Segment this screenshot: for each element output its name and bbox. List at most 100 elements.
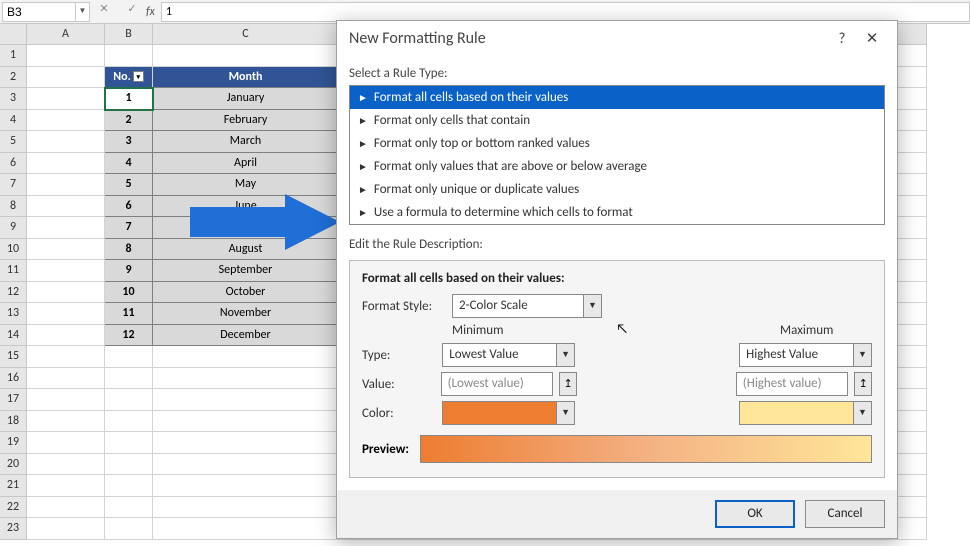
cell-C11[interactable]: September [153,260,339,282]
rule-type-item[interactable]: ►Format only unique or duplicate values [350,178,884,201]
rule-type-item[interactable]: ►Format only values that are above or be… [350,155,884,178]
cell-C7[interactable]: May [153,174,339,196]
cell-B5[interactable]: 3 [105,131,153,153]
row-header-1[interactable]: 1 [0,45,27,67]
name-box-dropdown[interactable]: ▼ [76,2,90,22]
cancel-formula-icon[interactable]: ✕ [94,2,114,22]
col-header-B[interactable]: B [105,24,153,45]
cell-C19[interactable] [153,432,339,454]
cell-A3[interactable] [27,88,105,110]
rule-type-item[interactable]: ►Format all cells based on their values [350,86,884,109]
row-header-5[interactable]: 5 [0,131,27,153]
cell-B19[interactable] [105,432,153,454]
ok-button[interactable]: OK [715,500,795,528]
cell-C17[interactable] [153,389,339,411]
cell-B15[interactable] [105,346,153,368]
cell-A17[interactable] [27,389,105,411]
max-type-select[interactable]: Highest Value ▼ [739,343,872,367]
col-header-C[interactable]: C [153,24,339,45]
cell-C14[interactable]: December [153,325,339,347]
cell-B3[interactable]: 1 [105,88,153,110]
cell-A4[interactable] [27,110,105,132]
row-header-20[interactable]: 20 [0,454,27,476]
cell-B11[interactable]: 9 [105,260,153,282]
row-header-6[interactable]: 6 [0,153,27,175]
cell-A9[interactable] [27,217,105,239]
cell-B6[interactable]: 4 [105,153,153,175]
cell-A22[interactable] [27,497,105,519]
row-header-23[interactable]: 23 [0,518,27,540]
cell-B20[interactable] [105,454,153,476]
select-all-triangle[interactable] [0,24,27,45]
cell-C23[interactable] [153,518,339,540]
cell-B17[interactable] [105,389,153,411]
row-header-8[interactable]: 8 [0,196,27,218]
rule-type-item[interactable]: ►Format only top or bottom ranked values [350,132,884,155]
cell-C4[interactable]: February [153,110,339,132]
min-value-picker-icon[interactable]: ↥ [559,372,577,396]
cell-A12[interactable] [27,282,105,304]
cell-C5[interactable]: March [153,131,339,153]
cell-B13[interactable]: 11 [105,303,153,325]
format-style-select[interactable]: 2-Color Scale ▼ [452,294,602,318]
row-header-17[interactable]: 17 [0,389,27,411]
cell-B10[interactable]: 8 [105,239,153,261]
cell-C13[interactable]: November [153,303,339,325]
row-header-19[interactable]: 19 [0,432,27,454]
row-header-18[interactable]: 18 [0,411,27,433]
cell-B8[interactable]: 6 [105,196,153,218]
cell-A14[interactable] [27,325,105,347]
row-header-9[interactable]: 9 [0,217,27,239]
cell-A7[interactable] [27,174,105,196]
row-header-11[interactable]: 11 [0,260,27,282]
cell-A10[interactable] [27,239,105,261]
cell-B2[interactable]: No.▾ [105,67,153,89]
cell-C12[interactable]: October [153,282,339,304]
cell-B21[interactable] [105,475,153,497]
chevron-down-icon[interactable]: ▼ [853,402,871,424]
cancel-button[interactable]: Cancel [805,500,885,528]
cell-B14[interactable]: 12 [105,325,153,347]
cell-A19[interactable] [27,432,105,454]
formula-input[interactable]: 1 [161,2,970,22]
cell-A2[interactable] [27,67,105,89]
row-header-16[interactable]: 16 [0,368,27,390]
cell-C2[interactable]: Month [153,67,339,89]
cell-A16[interactable] [27,368,105,390]
cell-B12[interactable]: 10 [105,282,153,304]
row-header-22[interactable]: 22 [0,497,27,519]
cell-B18[interactable] [105,411,153,433]
chevron-down-icon[interactable]: ▼ [556,402,574,424]
cell-A20[interactable] [27,454,105,476]
min-type-select[interactable]: Lowest Value ▼ [442,343,575,367]
chevron-down-icon[interactable]: ▼ [556,344,574,366]
max-color-select[interactable]: ▼ [739,401,872,425]
cell-C1[interactable] [153,45,339,67]
min-color-select[interactable]: ▼ [442,401,575,425]
row-header-2[interactable]: 2 [0,67,27,89]
row-header-7[interactable]: 7 [0,174,27,196]
max-value-picker-icon[interactable]: ↥ [854,372,872,396]
cell-C16[interactable] [153,368,339,390]
cell-C6[interactable]: April [153,153,339,175]
filter-icon[interactable]: ▾ [133,71,144,82]
cell-B9[interactable]: 7 [105,217,153,239]
rule-type-item[interactable]: ►Format only cells that contain [350,109,884,132]
cell-B7[interactable]: 5 [105,174,153,196]
cell-A18[interactable] [27,411,105,433]
rule-type-list[interactable]: ►Format all cells based on their values►… [349,85,885,225]
cell-C18[interactable] [153,411,339,433]
enter-formula-icon[interactable]: ✓ [122,2,142,22]
row-header-15[interactable]: 15 [0,346,27,368]
chevron-down-icon[interactable]: ▼ [853,344,871,366]
help-icon[interactable]: ? [827,30,857,48]
cell-B16[interactable] [105,368,153,390]
name-box[interactable] [2,2,76,22]
cell-A23[interactable] [27,518,105,540]
cell-C3[interactable]: January [153,88,339,110]
cell-C15[interactable] [153,346,339,368]
chevron-down-icon[interactable]: ▼ [583,295,601,317]
fx-icon[interactable]: fx [146,5,155,19]
cell-B1[interactable] [105,45,153,67]
dialog-titlebar[interactable]: New Formatting Rule ? ✕ [337,21,897,52]
